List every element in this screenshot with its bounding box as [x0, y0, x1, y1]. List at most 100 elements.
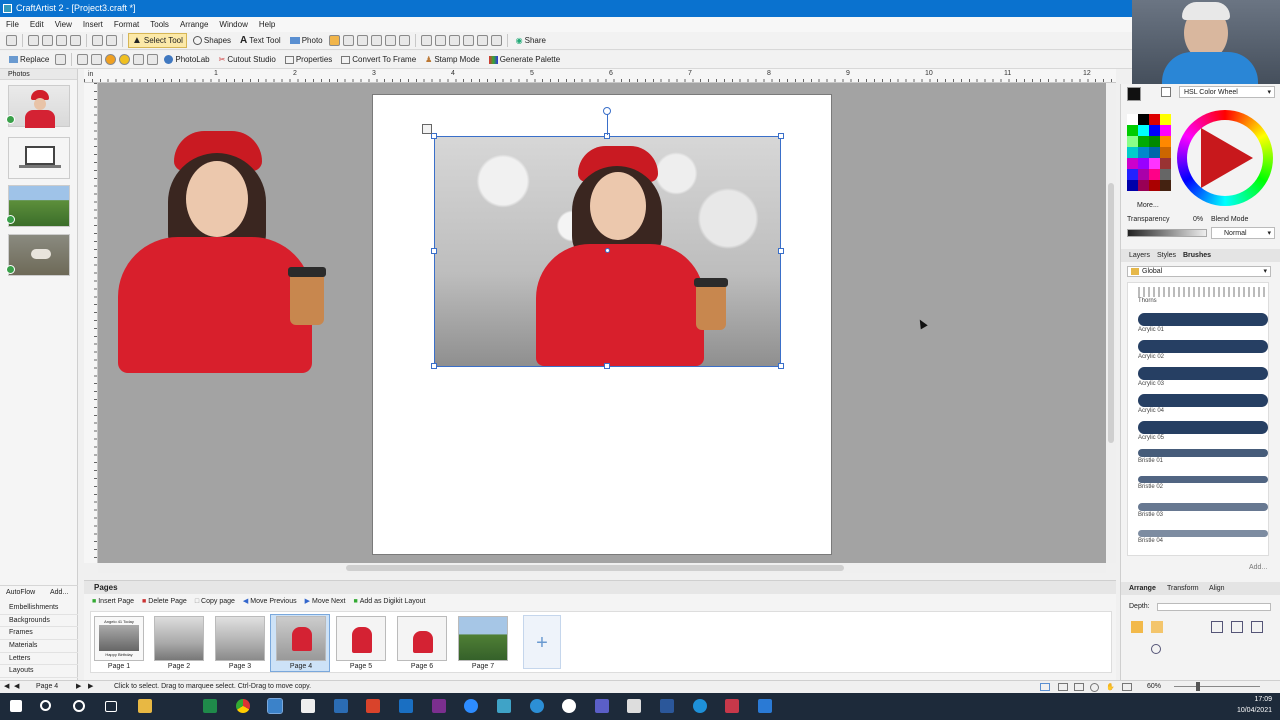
visibility-icon[interactable] — [55, 54, 67, 65]
edge-icon[interactable] — [530, 699, 544, 713]
frame-icon[interactable] — [434, 35, 446, 46]
depth-slider[interactable] — [1157, 603, 1271, 611]
last-page-icon[interactable]: ▶ — [88, 681, 93, 693]
gear-icon[interactable] — [490, 35, 502, 46]
first-page-icon[interactable]: ◀ — [4, 681, 9, 693]
paint-icon[interactable] — [342, 35, 354, 46]
hsl-color-wheel[interactable] — [1177, 110, 1273, 206]
foreground-color-swatch[interactable] — [1127, 87, 1141, 101]
flip-horizontal-icon[interactable] — [1211, 621, 1223, 633]
page-thumb-4[interactable] — [276, 616, 326, 661]
photo-thumb-woman[interactable] — [8, 85, 70, 128]
blend-mode-select[interactable]: Normal ▾ — [1211, 227, 1275, 239]
zoom-fit-icon[interactable] — [1122, 683, 1132, 691]
stamp-icon[interactable] — [356, 35, 368, 46]
bring-forward-icon[interactable] — [1151, 621, 1163, 633]
shapes-button[interactable]: Shapes — [190, 33, 234, 48]
center-handle[interactable] — [605, 248, 610, 253]
brush-icon[interactable] — [328, 35, 340, 46]
brush-acrylic-02[interactable]: Acrylic 02 — [1138, 340, 1268, 360]
brush-acrylic-04[interactable]: Acrylic 04 — [1138, 394, 1268, 414]
cutout-studio-button[interactable]: ✂ Cutout Studio — [216, 52, 279, 67]
menu-window[interactable]: Window — [219, 20, 247, 29]
resize-handle-tr[interactable] — [778, 133, 784, 139]
cortana-icon[interactable] — [73, 700, 85, 712]
file-explorer-icon[interactable] — [138, 699, 152, 713]
tab-styles[interactable]: Styles — [1157, 249, 1176, 262]
tab-layers[interactable]: Layers — [1129, 249, 1150, 262]
redo-icon[interactable] — [106, 35, 117, 46]
rotate-right-icon[interactable] — [91, 54, 103, 65]
page-thumb-3[interactable] — [215, 616, 265, 661]
teams-icon[interactable] — [595, 699, 609, 713]
eraser-icon[interactable] — [384, 35, 396, 46]
rotate-handle[interactable] — [603, 107, 611, 115]
brush-thorns[interactable]: Thorns — [1138, 287, 1268, 304]
mail-icon[interactable] — [334, 699, 348, 713]
chrome-icon[interactable] — [236, 699, 250, 713]
brush-bristle-02[interactable]: Bristle 02 — [1138, 476, 1268, 490]
outlook-icon[interactable] — [399, 699, 413, 713]
resize-handle-r[interactable] — [778, 248, 784, 254]
delete-page-button[interactable]: ■ Delete Page — [142, 597, 187, 605]
dropbox-icon[interactable] — [758, 699, 772, 713]
category-frames[interactable]: Frames — [0, 627, 78, 641]
resize-handle-bl[interactable] — [431, 363, 437, 369]
menu-edit[interactable]: Edit — [30, 20, 44, 29]
brush-acrylic-01[interactable]: Acrylic 01 — [1138, 313, 1268, 333]
add-digikit-layout-button[interactable]: ■ Add as Digikit Layout — [353, 597, 425, 605]
add-brush-button[interactable]: Add... — [1249, 564, 1267, 571]
resize-handle-br[interactable] — [778, 363, 784, 369]
more-colors-button[interactable]: More... — [1137, 202, 1159, 209]
straighten-icon[interactable] — [448, 35, 460, 46]
horizontal-scrollbar[interactable] — [98, 563, 1106, 573]
zoom-slider-thumb[interactable] — [1196, 682, 1200, 691]
grid-icon[interactable] — [1074, 683, 1084, 691]
insert-page-button[interactable]: ■ Insert Page — [92, 597, 134, 605]
onenote-icon[interactable] — [432, 699, 446, 713]
copy-page-button[interactable]: □ Copy page — [195, 597, 235, 605]
flip-icon[interactable] — [133, 54, 145, 65]
brush-category-select[interactable]: Global ▾ — [1127, 266, 1271, 277]
add-page-icon[interactable]: + — [523, 615, 561, 669]
brush-bristle-01[interactable]: Bristle 01 — [1138, 449, 1268, 464]
lock-icon[interactable] — [1151, 644, 1161, 654]
zoom-icon[interactable] — [1090, 683, 1099, 692]
crop-icon[interactable] — [420, 35, 432, 46]
select-tool-button[interactable]: ▲ Select Tool — [128, 33, 187, 48]
search-icon[interactable] — [40, 700, 51, 711]
photos-icon[interactable] — [497, 699, 511, 713]
properties-button[interactable]: Properties — [282, 52, 335, 67]
color-dot-icon[interactable] — [105, 54, 117, 65]
view-icon[interactable] — [1040, 683, 1050, 691]
menu-help[interactable]: Help — [259, 20, 275, 29]
page-thumb-1[interactable]: Angelo 41 Today Happy Birthday — [94, 616, 144, 661]
photo-button[interactable]: Photo — [287, 33, 326, 48]
menu-format[interactable]: Format — [114, 20, 139, 29]
clock-app-icon[interactable] — [562, 699, 576, 713]
resize-handle-l[interactable] — [431, 248, 437, 254]
menu-file[interactable]: File — [6, 20, 19, 29]
brush-bristle-03[interactable]: Bristle 03 — [1138, 503, 1268, 518]
move-icon[interactable] — [422, 124, 432, 134]
brush-acrylic-03[interactable]: Acrylic 03 — [1138, 367, 1268, 387]
zoom-slider[interactable] — [1174, 686, 1260, 687]
move-next-button[interactable]: ▶ Move Next — [305, 597, 346, 606]
convert-to-frame-button[interactable]: Convert To Frame — [338, 52, 419, 67]
word-icon[interactable] — [660, 699, 674, 713]
start-icon[interactable] — [10, 700, 22, 712]
photo-thumb-horse[interactable] — [8, 234, 70, 276]
photolab-button[interactable]: PhotoLab — [161, 52, 212, 67]
vertical-scrollbar[interactable] — [1106, 83, 1116, 563]
move-previous-button[interactable]: ◀ Move Previous — [243, 597, 297, 606]
autoflow-button[interactable]: AutoFlow — [6, 586, 35, 599]
category-layouts[interactable]: Layouts — [0, 665, 78, 679]
eyedropper-icon[interactable] — [1161, 87, 1171, 97]
page-thumb-5[interactable] — [336, 616, 386, 661]
zoom-app-icon[interactable] — [464, 699, 478, 713]
craftartist-icon[interactable] — [267, 698, 283, 714]
office-icon[interactable] — [366, 699, 380, 713]
menu-arrange[interactable]: Arrange — [180, 20, 208, 29]
next-page-icon[interactable]: ▶ — [76, 681, 81, 693]
prev-page-icon[interactable]: ◀ — [14, 681, 19, 693]
